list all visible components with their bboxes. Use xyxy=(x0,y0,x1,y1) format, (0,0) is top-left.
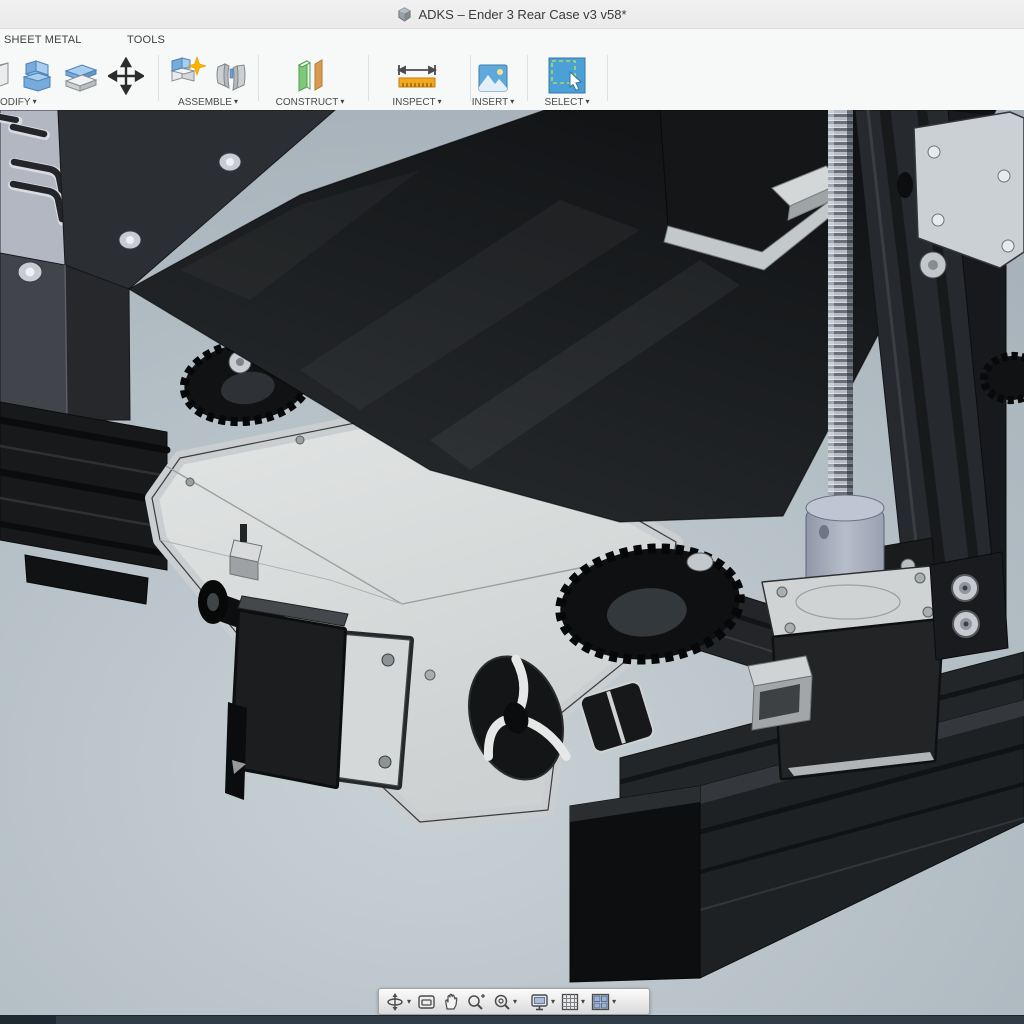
mount-plate xyxy=(225,702,247,800)
tab-sheet-metal[interactable]: SHEET METAL xyxy=(4,34,82,46)
case-screw xyxy=(425,670,435,680)
dropdown-caret-icon[interactable]: ▾ xyxy=(585,97,589,106)
ribbon-toolbar: SHEET METAL TOOLS xyxy=(0,29,1024,111)
joint-icon[interactable] xyxy=(214,57,248,95)
corner-bracket-screws[interactable] xyxy=(930,552,1008,660)
y-stepper-motor[interactable] xyxy=(225,596,348,800)
case-screw xyxy=(186,478,194,486)
timeline-edge-bar xyxy=(0,1015,1024,1024)
group-separator xyxy=(527,55,528,101)
viewport-canvas[interactable] xyxy=(0,110,1024,1024)
ribbon-group-construct: CONSTRUCT▾ xyxy=(262,53,358,109)
insert-image-icon[interactable] xyxy=(476,61,510,95)
dropdown-caret-icon[interactable]: ▾ xyxy=(551,997,555,1006)
dropdown-caret-icon[interactable]: ▾ xyxy=(340,97,344,106)
zoom-icon[interactable] xyxy=(466,993,486,1011)
construct-dropdown-label[interactable]: CONSTRUCT xyxy=(276,97,339,108)
dropdown-caret-icon[interactable]: ▾ xyxy=(33,97,37,106)
assemble-dropdown-label[interactable]: ASSEMBLE xyxy=(178,97,232,108)
model-ender3-assembly xyxy=(0,110,1024,1024)
select-dropdown-label[interactable]: SELECT xyxy=(545,97,584,108)
measure-icon[interactable] xyxy=(393,59,441,95)
dropdown-caret-icon[interactable]: ▾ xyxy=(510,97,514,106)
ribbon-group-inspect: INSPECT▾ xyxy=(372,53,462,109)
dropdown-caret-icon[interactable]: ▾ xyxy=(513,997,517,1006)
dropdown-caret-icon[interactable]: ▾ xyxy=(234,97,238,106)
viewports-icon[interactable]: ▾ xyxy=(591,993,616,1011)
move-copy-icon[interactable] xyxy=(108,57,144,95)
dropdown-caret-icon[interactable]: ▾ xyxy=(581,997,585,1006)
wheel-bolt-center xyxy=(236,358,244,366)
combine-icon[interactable] xyxy=(18,57,54,95)
timeline-corner xyxy=(0,1016,56,1024)
ribbon-group-modify: ODIFY▾ xyxy=(0,53,156,109)
pan-icon[interactable] xyxy=(442,993,460,1011)
group-separator xyxy=(258,55,259,101)
construction-plane-icon[interactable] xyxy=(291,55,329,95)
insert-dropdown-label[interactable]: INSERT xyxy=(472,97,509,108)
case-screw xyxy=(296,436,304,444)
zoom-fit-icon[interactable]: ▾ xyxy=(492,993,517,1011)
dropdown-caret-icon[interactable]: ▾ xyxy=(438,97,442,106)
group-separator xyxy=(368,55,369,101)
cube-corner-icon[interactable] xyxy=(0,59,10,95)
document-cube-icon xyxy=(397,7,412,22)
modify-dropdown-label[interactable]: ODIFY xyxy=(0,97,31,108)
navigation-toolbar: ▾ ▾ xyxy=(378,988,650,1015)
dropdown-caret-icon[interactable]: ▾ xyxy=(612,997,616,1006)
base-extrusion-left-end[interactable] xyxy=(0,402,167,604)
orbit-icon[interactable]: ▾ xyxy=(386,993,411,1011)
look-at-icon[interactable] xyxy=(417,993,436,1011)
group-separator xyxy=(607,55,608,101)
tab-tools[interactable]: TOOLS xyxy=(127,34,165,46)
title-bar: ADKS – Ender 3 Rear Case v3 v58* xyxy=(0,0,1024,29)
ribbon-group-insert: INSERT▾ xyxy=(464,53,522,109)
ribbon-group-assemble: ASSEMBLE▾ xyxy=(162,53,254,109)
display-settings-icon[interactable]: ▾ xyxy=(530,993,555,1011)
grid-snap-icon[interactable]: ▾ xyxy=(561,993,585,1011)
dropdown-caret-icon[interactable]: ▾ xyxy=(407,997,411,1006)
wheel-bolt xyxy=(687,553,713,571)
inspect-dropdown-label[interactable]: INSPECT xyxy=(392,97,435,108)
document-title: ADKS – Ender 3 Rear Case v3 v58* xyxy=(418,7,626,22)
offset-face-icon[interactable] xyxy=(62,57,100,95)
new-component-icon[interactable] xyxy=(168,55,206,95)
group-separator xyxy=(158,55,159,101)
select-window-icon[interactable] xyxy=(546,55,588,95)
ribbon-group-select: SELECT▾ xyxy=(532,53,602,109)
fusion360-window: ADKS – Ender 3 Rear Case v3 v58* SHEET M… xyxy=(0,0,1024,1024)
lead-screw[interactable] xyxy=(828,110,853,520)
